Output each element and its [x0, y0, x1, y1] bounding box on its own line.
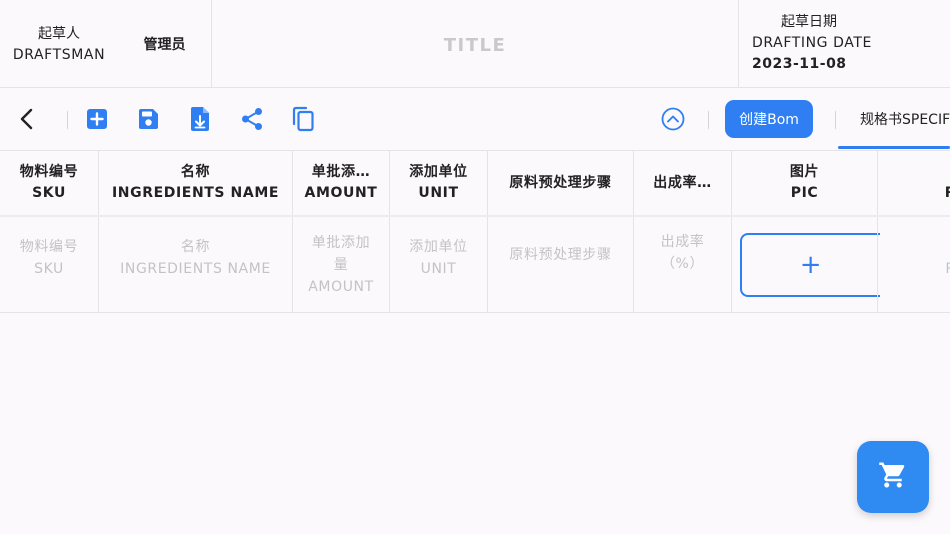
tab-specification[interactable]: 规格书SPECIFICATION	[838, 100, 950, 150]
pic-cell: +	[731, 217, 880, 312]
cart-button[interactable]	[857, 441, 929, 513]
collapse-up-icon[interactable]	[660, 106, 686, 132]
amount-input[interactable]: 单批添加 量 AMOUNT	[292, 217, 389, 312]
back-icon[interactable]	[12, 104, 42, 134]
document-title[interactable]: TITLE	[212, 0, 739, 88]
drafting-date-label-cn: 起草日期	[781, 14, 837, 30]
share-icon[interactable]	[239, 106, 265, 132]
toolbar-divider	[835, 111, 836, 129]
ingredients-name-input[interactable]: 名称 INGREDIENTS NAME	[98, 217, 292, 312]
column-header-yield-rate: 出成率…	[633, 151, 731, 215]
column-header-unit: 添加单位 UNIT	[389, 151, 487, 215]
draftsman-value[interactable]: 管理员	[118, 0, 212, 88]
placeholder-line: INGREDIENTS NAME	[120, 260, 271, 277]
drafting-date-value[interactable]: 2023-11-08	[752, 54, 950, 75]
unit-input[interactable]: 添加单位 UNIT	[389, 217, 487, 312]
column-header-en: AMOUNT	[304, 185, 378, 201]
ingredients-table: 物料编号 SKU 名称 INGREDIENTS NAME 单批添… AMOUNT…	[0, 150, 950, 313]
placeholder-line: R	[945, 258, 950, 280]
drafting-date-label-en: DRAFTING DATE	[752, 35, 872, 51]
toolbar-divider	[67, 111, 68, 129]
cart-icon	[878, 460, 908, 494]
column-header-cn: 物料编号	[19, 164, 79, 180]
placeholder-line: 名称	[180, 238, 211, 255]
column-header-en: R	[945, 183, 950, 204]
create-bom-button[interactable]: 创建Bom	[725, 100, 813, 138]
document-header: 起草人 DRAFTSMAN 管理员 TITLE 起草日期 DRAFTING DA…	[0, 0, 950, 88]
column-header-en: UNIT	[418, 185, 459, 201]
column-header-cn: 出成率…	[653, 174, 712, 191]
placeholder-line: 单批添加	[311, 234, 371, 251]
column-header-en: SKU	[32, 185, 66, 201]
placeholder-line: AMOUNT	[308, 278, 374, 295]
column-header-cn: 原料预处理步骤	[509, 174, 612, 191]
placeholder-line: 原料预处理步骤	[509, 246, 612, 263]
placeholder-line: 量	[333, 256, 349, 273]
placeholder-line: 添加单位	[409, 238, 468, 255]
placeholder-line: 物料编号	[19, 238, 79, 255]
placeholder-line: （%）	[660, 255, 705, 272]
drafting-date: 起草日期 DRAFTING DATE 2023-11-08	[739, 0, 950, 88]
placeholder-line: UNIT	[420, 260, 457, 277]
column-header-cn: 图片	[789, 164, 820, 180]
draftsman-label: 起草人 DRAFTSMAN	[0, 0, 118, 88]
column-header-cn: 名称	[180, 164, 211, 180]
draftsman-label-cn: 起草人	[38, 26, 80, 42]
column-header-pretreatment: 原料预处理步骤	[487, 151, 633, 215]
column-header-en: INGREDIENTS NAME	[111, 185, 280, 201]
add-icon[interactable]	[84, 106, 110, 132]
add-picture-button[interactable]: +	[740, 233, 880, 297]
table-header: 物料编号 SKU 名称 INGREDIENTS NAME 单批添… AMOUNT…	[0, 150, 950, 217]
r-input[interactable]: ​ R	[877, 217, 950, 312]
sku-input[interactable]: 物料编号 SKU	[0, 217, 98, 312]
plus-icon: +	[799, 250, 823, 280]
column-header-ingredients-name: 名称 INGREDIENTS NAME	[98, 151, 292, 215]
placeholder-line: SKU	[34, 260, 64, 277]
save-icon[interactable]	[135, 106, 161, 132]
draftsman-label-en: DRAFTSMAN	[12, 47, 106, 63]
column-header-amount: 单批添… AMOUNT	[292, 151, 389, 215]
table-row: 物料编号 SKU 名称 INGREDIENTS NAME 单批添加 量 AMOU…	[0, 217, 950, 313]
download-file-icon[interactable]	[187, 105, 213, 133]
toolbar-divider	[708, 111, 709, 129]
placeholder-line: 出成率	[660, 233, 705, 250]
column-header-pic: 图片 PIC	[731, 151, 877, 215]
tab-active-indicator	[838, 146, 950, 149]
column-header-sku: 物料编号 SKU	[0, 151, 98, 215]
yield-rate-input[interactable]: 出成率 （%）	[633, 217, 731, 312]
pretreatment-input[interactable]: 原料预处理步骤	[487, 217, 633, 312]
column-header-cn: 添加单位	[409, 164, 468, 180]
column-header-en: PIC	[790, 185, 819, 201]
copy-icon[interactable]	[290, 105, 316, 133]
column-header-cn: 单批添…	[311, 164, 371, 180]
column-header-r: ​ R	[877, 151, 950, 215]
